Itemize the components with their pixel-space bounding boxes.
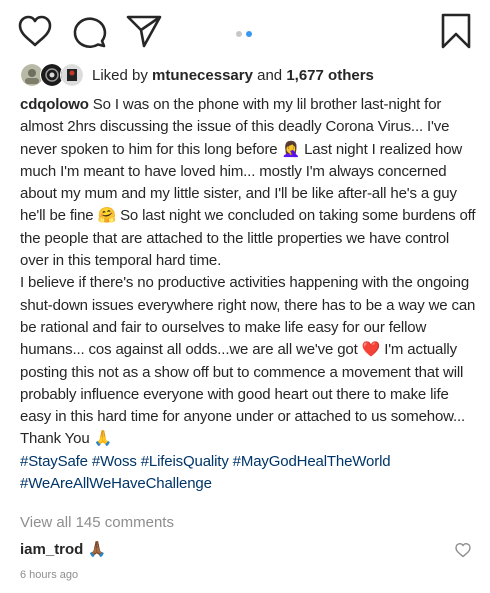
caption-username[interactable]: cdqolowo	[20, 96, 89, 113]
post-caption: cdqolowo So I was on the phone with my li…	[20, 94, 476, 495]
liked-by-user-link[interactable]: mtunecessary	[152, 67, 253, 84]
hug-emoji: 🤗	[97, 207, 117, 225]
likes-prefix: Liked by	[92, 66, 148, 84]
liker-avatars[interactable]	[20, 63, 84, 87]
carousel-dot-active	[246, 31, 252, 37]
post-timestamp: 6 hours ago	[20, 569, 79, 581]
avatar	[60, 63, 84, 87]
caption-paragraph: cdqolowo So I was on the phone with my li…	[20, 94, 476, 272]
speech-bubble-icon[interactable]	[69, 11, 109, 51]
paper-plane-icon[interactable]	[124, 11, 164, 51]
carousel-dot	[236, 31, 242, 37]
heart-emoji: ❤️	[361, 341, 381, 359]
comment-row: iam_trod 🙏🏾	[20, 540, 472, 562]
pray-emoji: 🙏	[93, 430, 113, 448]
caption-hashtags[interactable]: #StaySafe #Woss #LifeisQuality #MayGodHe…	[20, 451, 476, 496]
likes-connector: and	[257, 66, 283, 84]
small-heart-icon[interactable]	[454, 541, 472, 559]
likes-text: Liked by mtunecessary and 1,677 others	[92, 67, 374, 84]
caption-paragraph: I believe if there's no productive activ…	[20, 272, 476, 450]
likes-summary[interactable]: Liked by mtunecessary and 1,677 others	[20, 62, 374, 88]
bookmark-icon[interactable]	[436, 11, 476, 51]
carousel-indicator	[234, 24, 254, 37]
heart-outline-icon[interactable]	[15, 11, 55, 51]
facepalm-emoji: 🤦‍♀️	[281, 140, 301, 158]
comment-username[interactable]: iam_trod	[20, 541, 83, 558]
post-action-bar	[0, 0, 490, 62]
comment-text: 🙏🏾	[87, 541, 107, 558]
likes-count-link[interactable]: 1,677 others	[286, 67, 374, 84]
view-all-comments-link[interactable]: View all 145 comments	[20, 514, 174, 531]
